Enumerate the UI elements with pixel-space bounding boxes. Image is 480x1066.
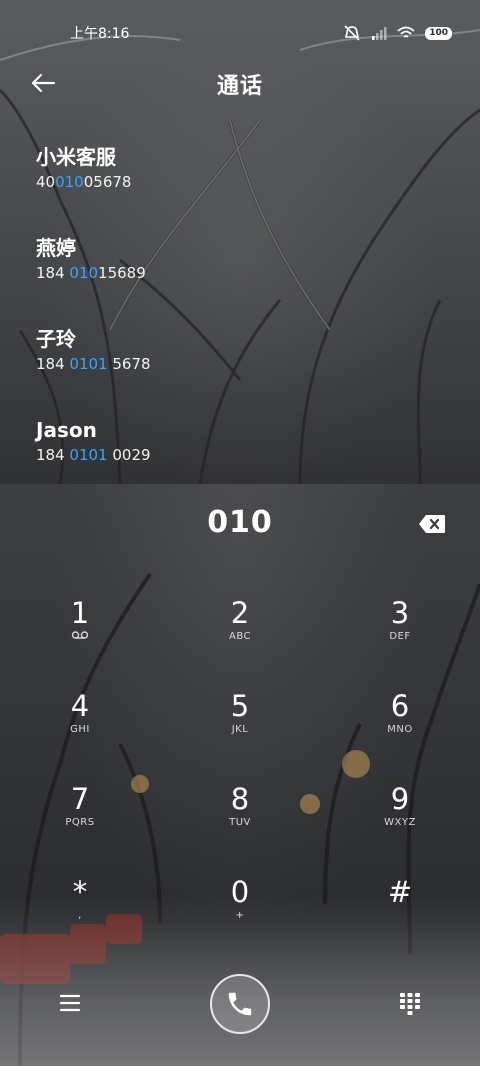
- contact-item[interactable]: 小米客服 4001005678: [36, 142, 456, 233]
- key-9[interactable]: 9 WXYZ: [320, 776, 480, 869]
- signal-icon: [372, 27, 387, 40]
- match-highlight: 010: [55, 173, 84, 191]
- match-highlight: 0101: [69, 446, 108, 464]
- dialpad: 1 2 ABC 3 DEF 4 GHI 5 JKL 6 MNO 7 PQRS 8…: [0, 590, 480, 962]
- contact-number: 4001005678: [36, 173, 132, 191]
- key-2[interactable]: 2 ABC: [160, 590, 320, 683]
- key-7[interactable]: 7 PQRS: [0, 776, 160, 869]
- key-0[interactable]: 0 +: [160, 869, 320, 962]
- dialed-number: 010: [207, 505, 273, 540]
- phone-icon: [228, 992, 252, 1016]
- page-title: 通话: [216, 74, 263, 99]
- contact-name: 小米客服: [36, 145, 116, 169]
- status-icons: 100: [343, 25, 452, 41]
- contact-number: 184 0101 0029: [36, 446, 151, 464]
- header: 通话: [0, 62, 480, 104]
- contact-name: Jason: [36, 418, 97, 442]
- backspace-icon[interactable]: [418, 514, 446, 534]
- key-3[interactable]: 3 DEF: [320, 590, 480, 683]
- status-bar: 上午8:16 100: [0, 20, 480, 46]
- contact-results-list: 小米客服 4001005678 燕婷 184 01015689 子玲 184 0…: [36, 142, 456, 506]
- menu-icon[interactable]: [58, 992, 82, 1014]
- contact-number: 184 01015689: [36, 264, 146, 282]
- contact-number: 184 0101 5678: [36, 355, 151, 373]
- key-star[interactable]: * ,: [0, 869, 160, 962]
- voicemail-icon: [71, 631, 89, 639]
- contact-item[interactable]: 子玲 184 0101 5678: [36, 324, 456, 415]
- match-highlight: 0101: [69, 355, 108, 373]
- mute-bell-icon: [344, 25, 360, 41]
- contact-name: 子玲: [36, 327, 76, 351]
- status-time: 上午8:16: [70, 26, 130, 42]
- key-5[interactable]: 5 JKL: [160, 683, 320, 776]
- key-6[interactable]: 6 MNO: [320, 683, 480, 776]
- battery-indicator: 100: [425, 26, 452, 40]
- key-hash[interactable]: #: [320, 869, 480, 962]
- bottom-action-bar: [0, 974, 480, 1034]
- match-highlight: 010: [69, 264, 99, 282]
- contact-name: 燕婷: [36, 236, 76, 260]
- contact-item[interactable]: 燕婷 184 01015689: [36, 233, 456, 324]
- contact-item[interactable]: Jason 184 0101 0029: [36, 415, 456, 506]
- key-4[interactable]: 4 GHI: [0, 683, 160, 776]
- key-1[interactable]: 1: [0, 590, 160, 683]
- key-8[interactable]: 8 TUV: [160, 776, 320, 869]
- dialpad-icon[interactable]: [399, 992, 421, 1016]
- call-button[interactable]: [210, 974, 270, 1034]
- wifi-icon: [397, 26, 415, 38]
